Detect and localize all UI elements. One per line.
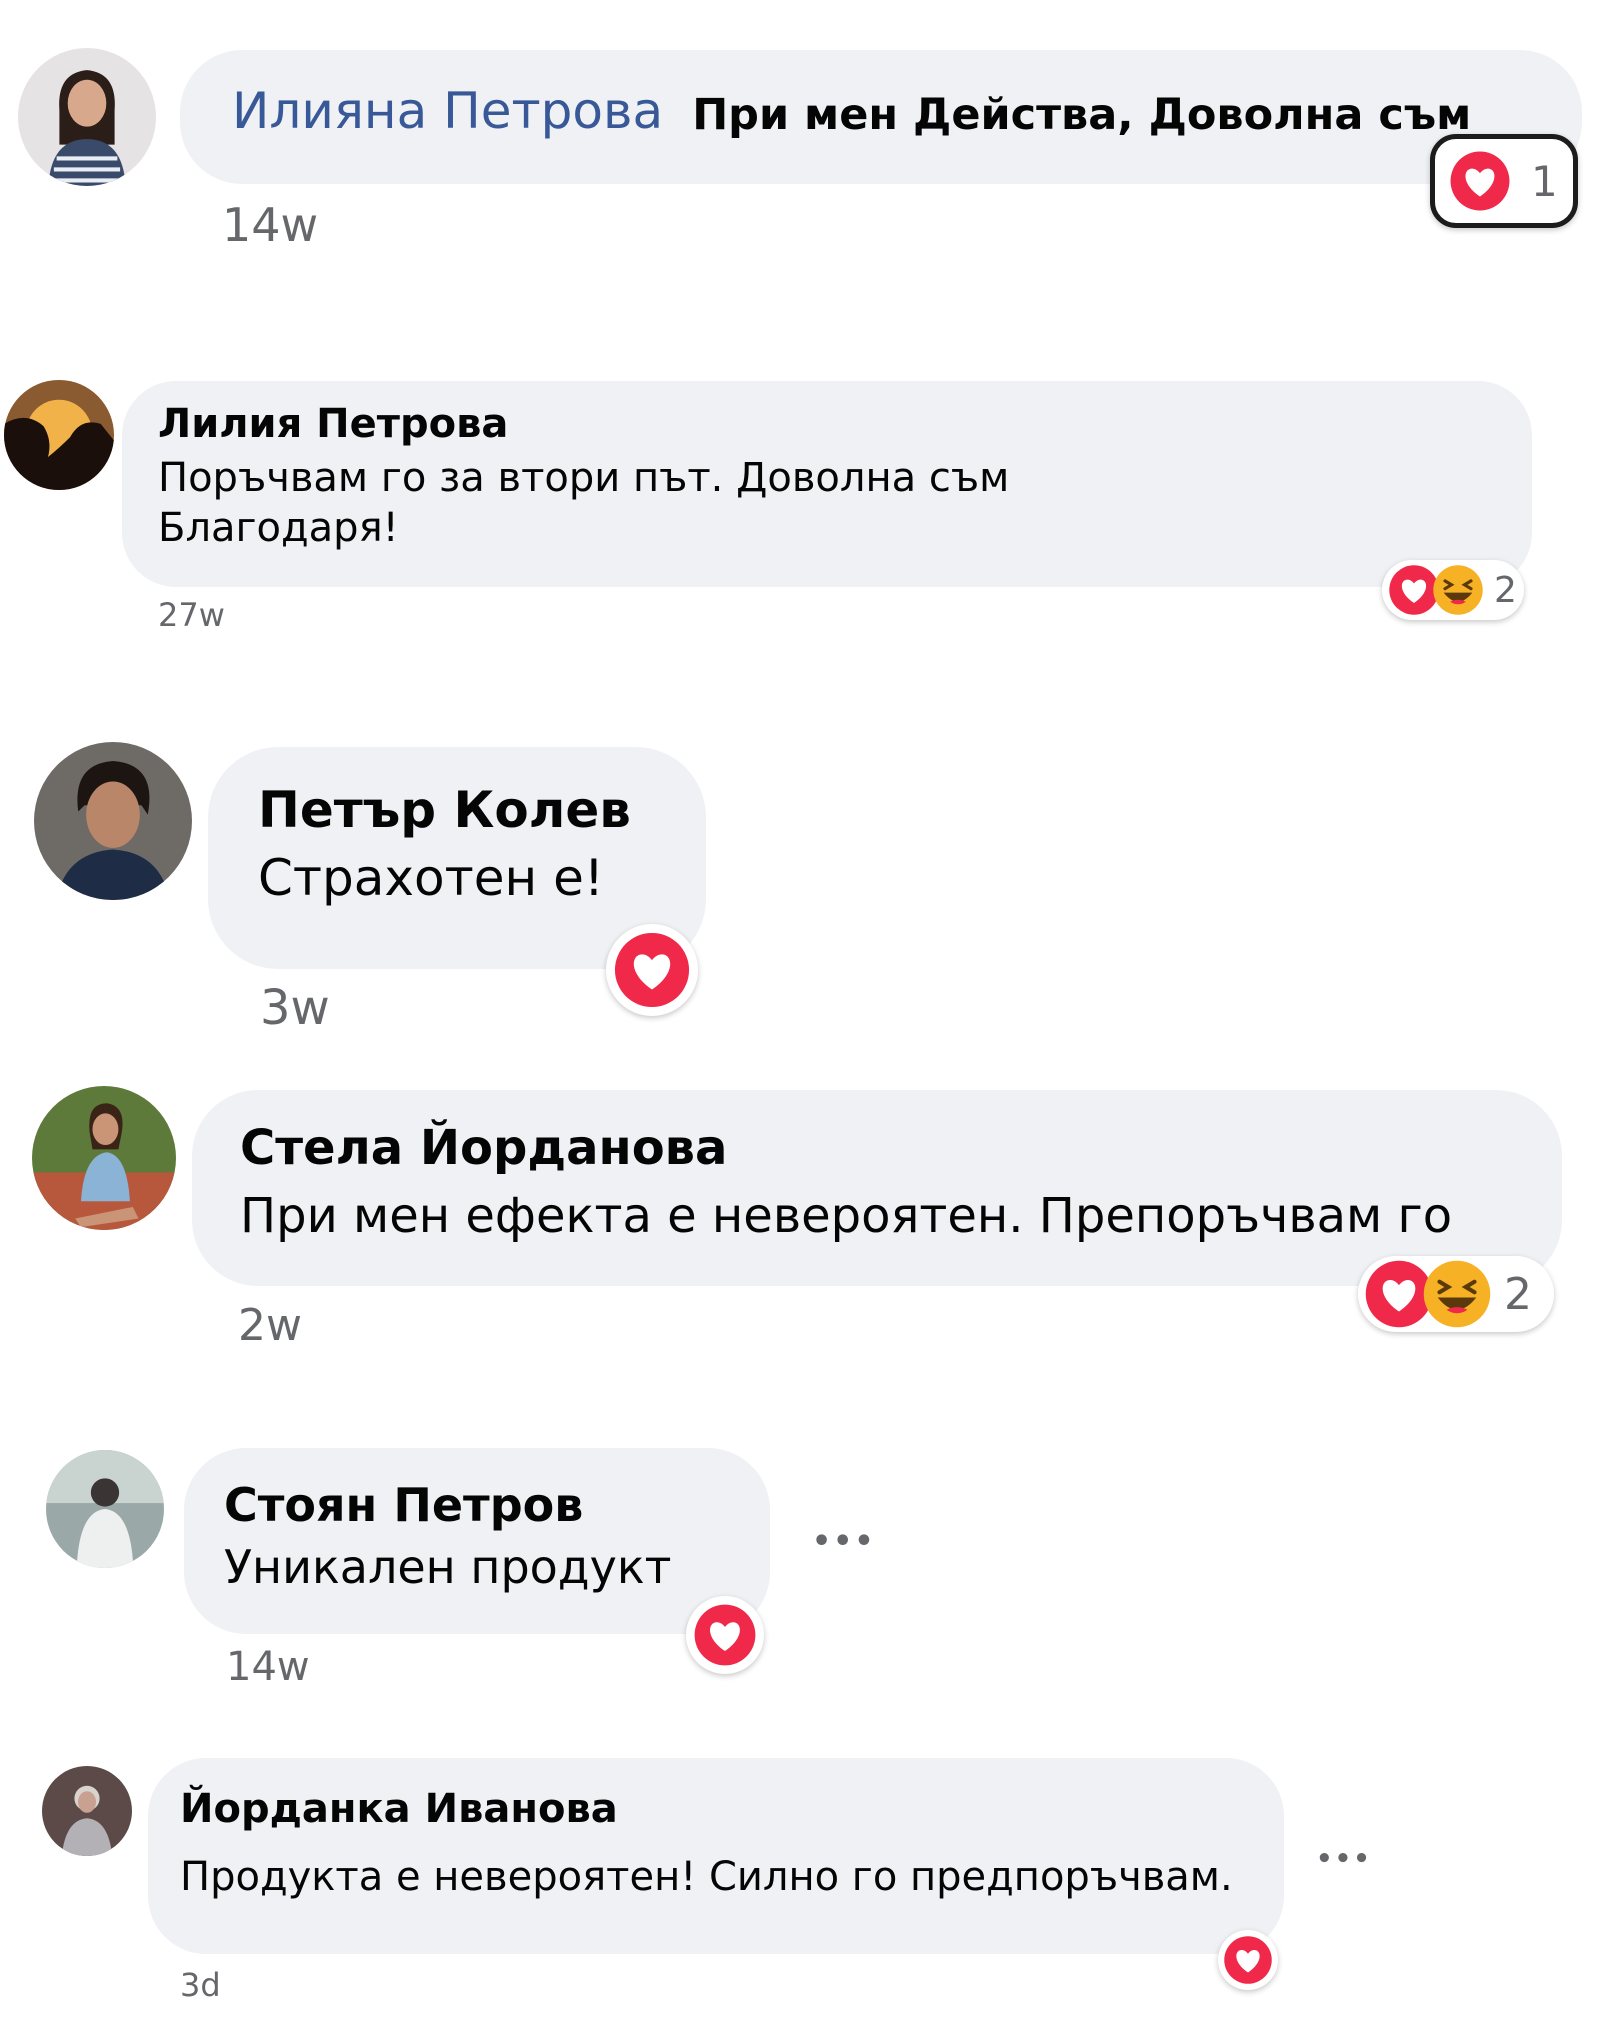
more-options-button[interactable]: ••• (812, 1524, 876, 1559)
comment-text: Продукта е невероятен! Силно го предпоръ… (180, 1854, 1233, 1900)
reaction-summary[interactable] (606, 924, 698, 1016)
timestamp[interactable]: 14w (222, 198, 318, 252)
love-reaction-icon (1449, 150, 1511, 212)
comment-text: При мен Действа, Доволна съм (692, 90, 1472, 140)
avatar[interactable] (18, 48, 156, 186)
more-options-button[interactable]: ••• (1316, 1844, 1372, 1874)
user-photo-icon (32, 1086, 176, 1230)
user-photo-icon (42, 1766, 132, 1856)
reaction-count: 1 (1531, 156, 1558, 206)
reaction-summary[interactable]: 2 (1382, 560, 1524, 620)
avatar[interactable] (32, 1086, 176, 1230)
comment-bubble: Лилия Петрова Поръчвам го за втори път. … (122, 381, 1532, 587)
love-reaction-icon (613, 931, 691, 1009)
user-photo-icon (4, 380, 114, 490)
comment-text-line-1: Поръчвам го за втори път. Доволна съм (158, 455, 1010, 501)
reaction-summary[interactable]: 1 (1430, 134, 1578, 228)
author-name[interactable]: Йорданка Иванова (180, 1786, 1284, 1832)
love-reaction-icon (693, 1603, 757, 1667)
reaction-count: 2 (1494, 569, 1517, 611)
author-name[interactable]: Илияна Петрова (232, 82, 663, 140)
haha-reaction-icon (1432, 564, 1484, 616)
author-name[interactable]: Стела Йорданова (240, 1120, 1562, 1176)
timestamp[interactable]: 2w (238, 1300, 302, 1351)
timestamp[interactable]: 14w (226, 1644, 310, 1690)
reaction-summary[interactable] (1218, 1930, 1278, 1990)
comment-bubble: Стела Йорданова При мен ефекта е невероя… (192, 1090, 1562, 1286)
comment-bubble: Йорданка Иванова Продукта е невероятен! … (148, 1758, 1284, 1954)
avatar[interactable] (42, 1766, 132, 1856)
reaction-summary[interactable]: 2 (1358, 1256, 1554, 1332)
love-reaction-icon (1223, 1935, 1273, 1985)
avatar[interactable] (4, 380, 114, 490)
comment-bubble: Стоян Петров Уникален продукт (184, 1448, 770, 1634)
reaction-count: 2 (1504, 1268, 1532, 1320)
comment-text: Страхотен е! (258, 849, 604, 907)
comment-bubble: Илияна Петрова При мен Действа, Доволна … (180, 50, 1582, 184)
haha-reaction-icon (1422, 1259, 1492, 1329)
author-name[interactable]: Стоян Петров (224, 1478, 770, 1532)
user-photo-icon (34, 742, 192, 900)
author-name[interactable]: Лилия Петрова (158, 401, 1532, 447)
comment-text: Уникален продукт (224, 1540, 672, 1594)
timestamp[interactable]: 3w (260, 980, 330, 1036)
comment-text: При мен ефекта е невероятен. Препоръчвам… (240, 1188, 1453, 1244)
avatar[interactable] (34, 742, 192, 900)
timestamp[interactable]: 3d (180, 1966, 221, 2004)
comment-text-line-2: Благодаря! (158, 505, 399, 551)
user-photo-icon (18, 48, 156, 186)
author-name[interactable]: Петър Колев (258, 781, 706, 839)
reaction-summary[interactable] (686, 1596, 764, 1674)
avatar[interactable] (46, 1450, 164, 1568)
user-photo-icon (46, 1450, 164, 1568)
timestamp[interactable]: 27w (158, 596, 225, 634)
